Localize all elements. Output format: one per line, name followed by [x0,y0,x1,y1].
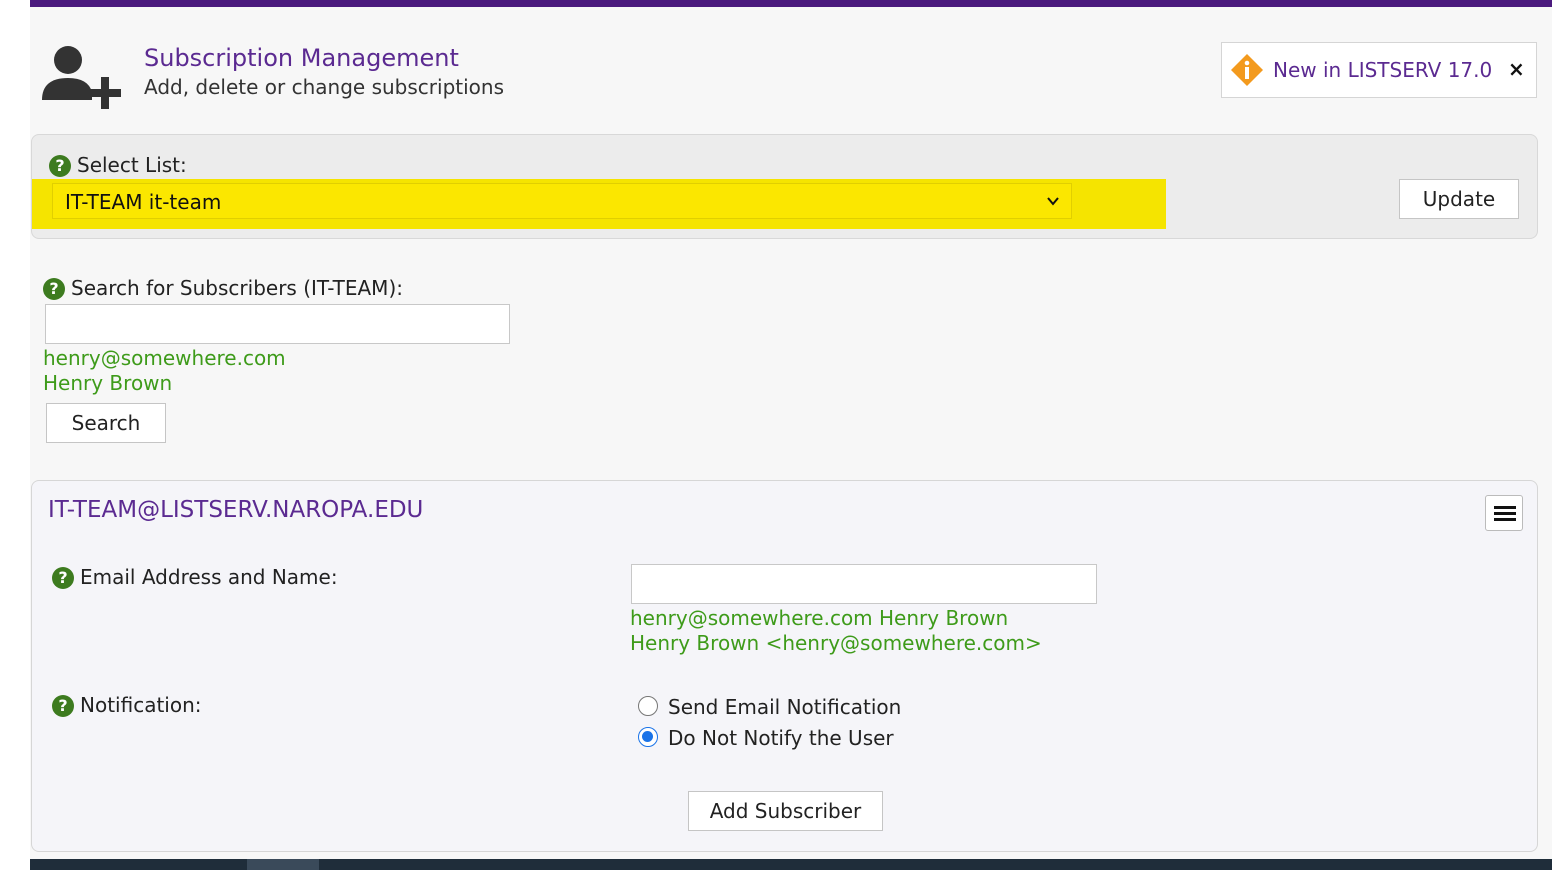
whats-new-banner[interactable]: New in LISTSERV 17.0 × [1221,42,1537,98]
notification-label: ? Notification: [52,693,202,717]
email-hint-format2: Henry Brown <henry@somewhere.com> [630,631,1042,655]
hamburger-icon [1494,512,1516,515]
help-icon[interactable]: ? [43,278,65,300]
search-hint-name: Henry Brown [43,371,173,395]
help-icon[interactable]: ? [52,567,74,589]
footer-tab[interactable] [247,859,319,870]
select-list-label: ? Select List: [49,153,187,177]
info-diamond-icon [1231,54,1263,86]
add-user-icon [42,46,121,109]
select-list-panel: ? Select List: IT-TEAM it-team Update [31,134,1538,239]
list-select-value: IT-TEAM it-team [65,190,222,214]
list-select[interactable]: IT-TEAM it-team [52,183,1072,219]
update-button[interactable]: Update [1399,179,1519,219]
search-input[interactable] [45,304,510,344]
radio-send-label: Send Email Notification [668,695,902,719]
select-list-label-text: Select List: [77,153,187,177]
close-icon[interactable]: × [1508,57,1525,81]
whats-new-link[interactable]: New in LISTSERV 17.0 [1273,58,1492,82]
page-subtitle: Add, delete or change subscriptions [144,75,504,99]
notify-option-none[interactable]: Do Not Notify the User [638,726,894,750]
help-icon[interactable]: ? [49,155,71,177]
search-button[interactable]: Search [46,403,166,443]
search-label-text: Search for Subscribers (IT-TEAM): [71,276,403,300]
footer-bar [30,859,1552,870]
notification-label-text: Notification: [80,693,202,717]
notify-option-send[interactable]: Send Email Notification [638,695,901,719]
radio-do-not-notify[interactable] [638,727,658,747]
email-field[interactable] [631,564,1097,604]
search-label: ? Search for Subscribers (IT-TEAM): [43,276,403,300]
help-icon[interactable]: ? [52,695,74,717]
chevron-down-icon [1047,197,1059,206]
email-field-label: ? Email Address and Name: [52,565,338,589]
page-title: Subscription Management [144,44,459,72]
radio-do-not-notify-label: Do Not Notify the User [668,726,894,750]
email-hint-format1: henry@somewhere.com Henry Brown [630,606,1009,630]
list-address-title: IT-TEAM@LISTSERV.NAROPA.EDU [48,497,424,523]
top-accent-bar [30,0,1552,7]
add-subscriber-panel: IT-TEAM@LISTSERV.NAROPA.EDU ? Email Addre… [31,480,1538,852]
email-label-text: Email Address and Name: [80,565,338,589]
search-hint-email: henry@somewhere.com [43,346,286,370]
page: Subscription Management Add, delete or c… [30,0,1552,870]
radio-send-notification[interactable] [638,696,658,716]
menu-button[interactable] [1485,495,1523,531]
hamburger-icon [1494,518,1516,521]
add-subscriber-button[interactable]: Add Subscriber [688,791,883,831]
page-header: Subscription Management Add, delete or c… [42,40,642,110]
hamburger-icon [1494,506,1516,509]
